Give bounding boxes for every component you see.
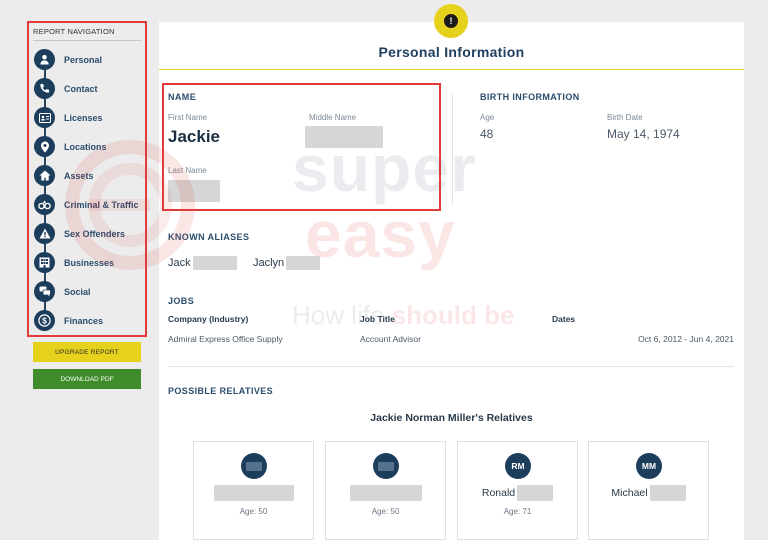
- avatar: [241, 453, 267, 479]
- sidebar-item-businesses[interactable]: Businesses: [33, 248, 141, 277]
- person-icon: [34, 49, 55, 70]
- relative-name-redacted: [213, 485, 294, 501]
- avatar: MM: [636, 453, 662, 479]
- jobs-header-dates: Dates: [552, 314, 576, 324]
- alias-first-name: Jack: [168, 256, 191, 269]
- sidebar-item-licenses[interactable]: Licenses: [33, 103, 141, 132]
- sidebar-item-label: Finances: [64, 315, 104, 326]
- page-title: Personal Information: [378, 43, 525, 60]
- relative-name: [326, 485, 445, 501]
- job-title: Account Advisor: [360, 334, 421, 344]
- age-value: 48: [480, 127, 494, 141]
- relative-first-name: Ronald: [481, 486, 516, 499]
- sidebar-item-contact[interactable]: Contact: [33, 74, 141, 103]
- sidebar-item-label: Licenses: [64, 112, 103, 123]
- jobs-header-title: Job Title: [360, 314, 395, 324]
- birth-date-value: May 14, 1974: [607, 127, 680, 141]
- middle-name-redacted: [305, 126, 383, 148]
- relative-card[interactable]: Age: 50: [325, 441, 446, 540]
- birth-date-label: Birth Date: [607, 113, 643, 122]
- last-name-label: Last Name: [168, 166, 207, 175]
- sidebar-item-label: Social: [64, 286, 91, 297]
- relative-name: [194, 485, 313, 501]
- relative-card[interactable]: MM Michael: [588, 441, 709, 540]
- sidebar-item-label: Assets: [64, 170, 94, 181]
- relative-first-name: Michael: [611, 486, 648, 499]
- avatar: [373, 453, 399, 479]
- alert-badge[interactable]: !: [434, 4, 468, 38]
- sidebar-item-label: Criminal & Traffic: [64, 199, 139, 210]
- section-divider: [168, 366, 734, 367]
- sidebar-item-locations[interactable]: Locations: [33, 132, 141, 161]
- relative-surname-redacted: [517, 485, 554, 501]
- warning-icon: [34, 223, 55, 244]
- section-divider: [452, 93, 453, 205]
- known-aliases-title: KNOWN ALIASES: [168, 232, 250, 242]
- exclamation-icon: !: [444, 14, 458, 28]
- sidebar-item-label: Sex Offenders: [64, 228, 126, 239]
- job-company: Admiral Express Office Supply: [168, 334, 283, 344]
- alias-item: Jack: [168, 256, 237, 270]
- relative-name: Michael: [589, 485, 708, 501]
- jobs-title: JOBS: [168, 296, 195, 306]
- relative-name: Ronald: [458, 485, 577, 501]
- sidebar-item-label: Personal: [64, 54, 103, 65]
- possible-relatives-title: POSSIBLE RELATIVES: [168, 386, 274, 396]
- alias-first-name: Jaclyn: [253, 256, 285, 269]
- jobs-header-company: Company (Industry): [168, 314, 249, 324]
- relative-age: Age: 71: [503, 507, 532, 516]
- last-name-redacted: [168, 180, 220, 202]
- dollar-icon: $: [34, 310, 55, 331]
- sidebar-item-label: Contact: [64, 83, 98, 94]
- download-pdf-button[interactable]: DOWNLOAD PDF: [33, 369, 141, 389]
- relative-surname-redacted: [649, 485, 686, 501]
- relative-name-redacted: [349, 485, 422, 501]
- first-name-label: First Name: [168, 113, 208, 122]
- relative-age: Age: 50: [239, 507, 268, 516]
- birth-info-title: BIRTH INFORMATION: [480, 92, 580, 102]
- phone-icon: [34, 78, 55, 99]
- relatives-heading: Jackie Norman Miller's Relatives: [370, 412, 533, 424]
- home-icon: [34, 165, 55, 186]
- chat-icon: [34, 281, 55, 302]
- id-card-icon: [34, 107, 55, 128]
- sidebar-item-label: Locations: [64, 141, 107, 152]
- sidebar-item-finances[interactable]: $ Finances: [33, 306, 141, 335]
- age-label: Age: [480, 113, 495, 122]
- building-icon: [34, 252, 55, 273]
- sidebar-item-social[interactable]: Social: [33, 277, 141, 306]
- alias-surname-redacted: [192, 256, 237, 270]
- relative-age: Age: 50: [371, 507, 400, 516]
- sidebar-item-personal[interactable]: Personal: [33, 45, 141, 74]
- sidebar-item-criminal-traffic[interactable]: Criminal & Traffic: [33, 190, 141, 219]
- avatar: RM: [505, 453, 531, 479]
- job-dates: Oct 6, 2012 - Jun 4, 2021: [638, 334, 734, 344]
- alias-surname-redacted: [286, 256, 321, 270]
- upgrade-report-button[interactable]: UPGRADE REPORT: [33, 342, 141, 362]
- report-navigation-heading: REPORT NAVIGATION: [33, 27, 141, 41]
- handcuffs-icon: [34, 194, 55, 215]
- alias-item: Jaclyn: [253, 256, 321, 270]
- middle-name-label: Middle Name: [309, 113, 357, 122]
- svg-text:$: $: [42, 316, 47, 326]
- name-section-title: NAME: [168, 92, 197, 102]
- sidebar-item-assets[interactable]: Assets: [33, 161, 141, 190]
- map-pin-icon: [34, 136, 55, 157]
- sidebar-item-sex-offenders[interactable]: Sex Offenders: [33, 219, 141, 248]
- sidebar-item-label: Businesses: [64, 257, 115, 268]
- first-name-value: Jackie: [168, 127, 220, 146]
- relative-card[interactable]: RM Ronald Age: 71: [457, 441, 578, 540]
- report-navigation: REPORT NAVIGATION Personal Contact Licen…: [27, 21, 147, 337]
- relative-card[interactable]: Age: 50: [193, 441, 314, 540]
